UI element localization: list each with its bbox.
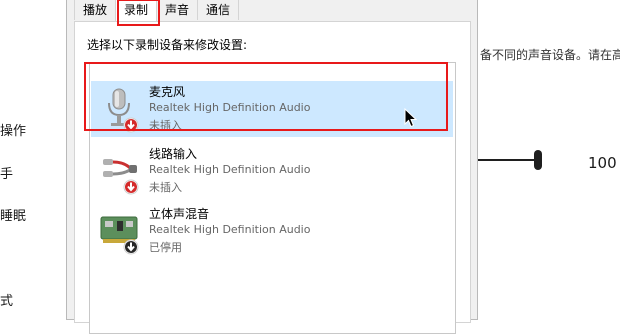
device-driver: Realtek High Definition Audio [149, 223, 311, 236]
sidebar-item-hand[interactable]: 手 [0, 163, 13, 182]
mouse-cursor-icon [404, 107, 418, 128]
sidebar-item-label: 睡眠 [0, 209, 27, 224]
sidebar-item-sleep[interactable]: 睡眠 [0, 205, 26, 224]
tab-sounds[interactable]: 声音 [156, 0, 199, 20]
sidebar-item-mode[interactable]: 式 [0, 290, 13, 309]
sidebar-item-label: 式 [0, 294, 14, 309]
volume-slider-track[interactable] [478, 159, 538, 161]
volume-slider-thumb[interactable] [534, 150, 542, 170]
list-item-stereo-mix[interactable]: 立体声混音 Realtek High Definition Audio 已停用 [91, 203, 453, 259]
sidebar-item-label: 手 [0, 167, 14, 182]
instruction-text: 选择以下录制设备来修改设置: [87, 38, 248, 52]
highlight-microphone-device [84, 62, 448, 131]
device-name: 立体声混音 [149, 207, 210, 221]
device-status: 未插入 [149, 181, 182, 194]
sidebar-item-label: 操作 [0, 124, 27, 139]
tab-communications[interactable]: 通信 [197, 0, 240, 20]
volume-value: 100 [588, 154, 617, 172]
tab-playback[interactable]: 播放 [74, 0, 117, 20]
list-item-line-in[interactable]: 线路输入 Realtek High Definition Audio 未插入 [91, 143, 453, 199]
disabled-badge-icon [123, 239, 139, 255]
background-description: 备不同的声音设备。请在高 [480, 48, 620, 62]
highlight-recording-tab [117, 0, 160, 26]
unplugged-badge-icon [123, 179, 139, 195]
device-status: 已停用 [149, 241, 182, 254]
sound-dialog: 播放 录制 声音 通信 选择以下录制设备来修改设置: 麦克风 Realtek H… [66, 0, 478, 334]
device-name: 线路输入 [149, 147, 198, 161]
sidebar-item-action[interactable]: 操作 [0, 120, 26, 139]
device-driver: Realtek High Definition Audio [149, 163, 311, 176]
